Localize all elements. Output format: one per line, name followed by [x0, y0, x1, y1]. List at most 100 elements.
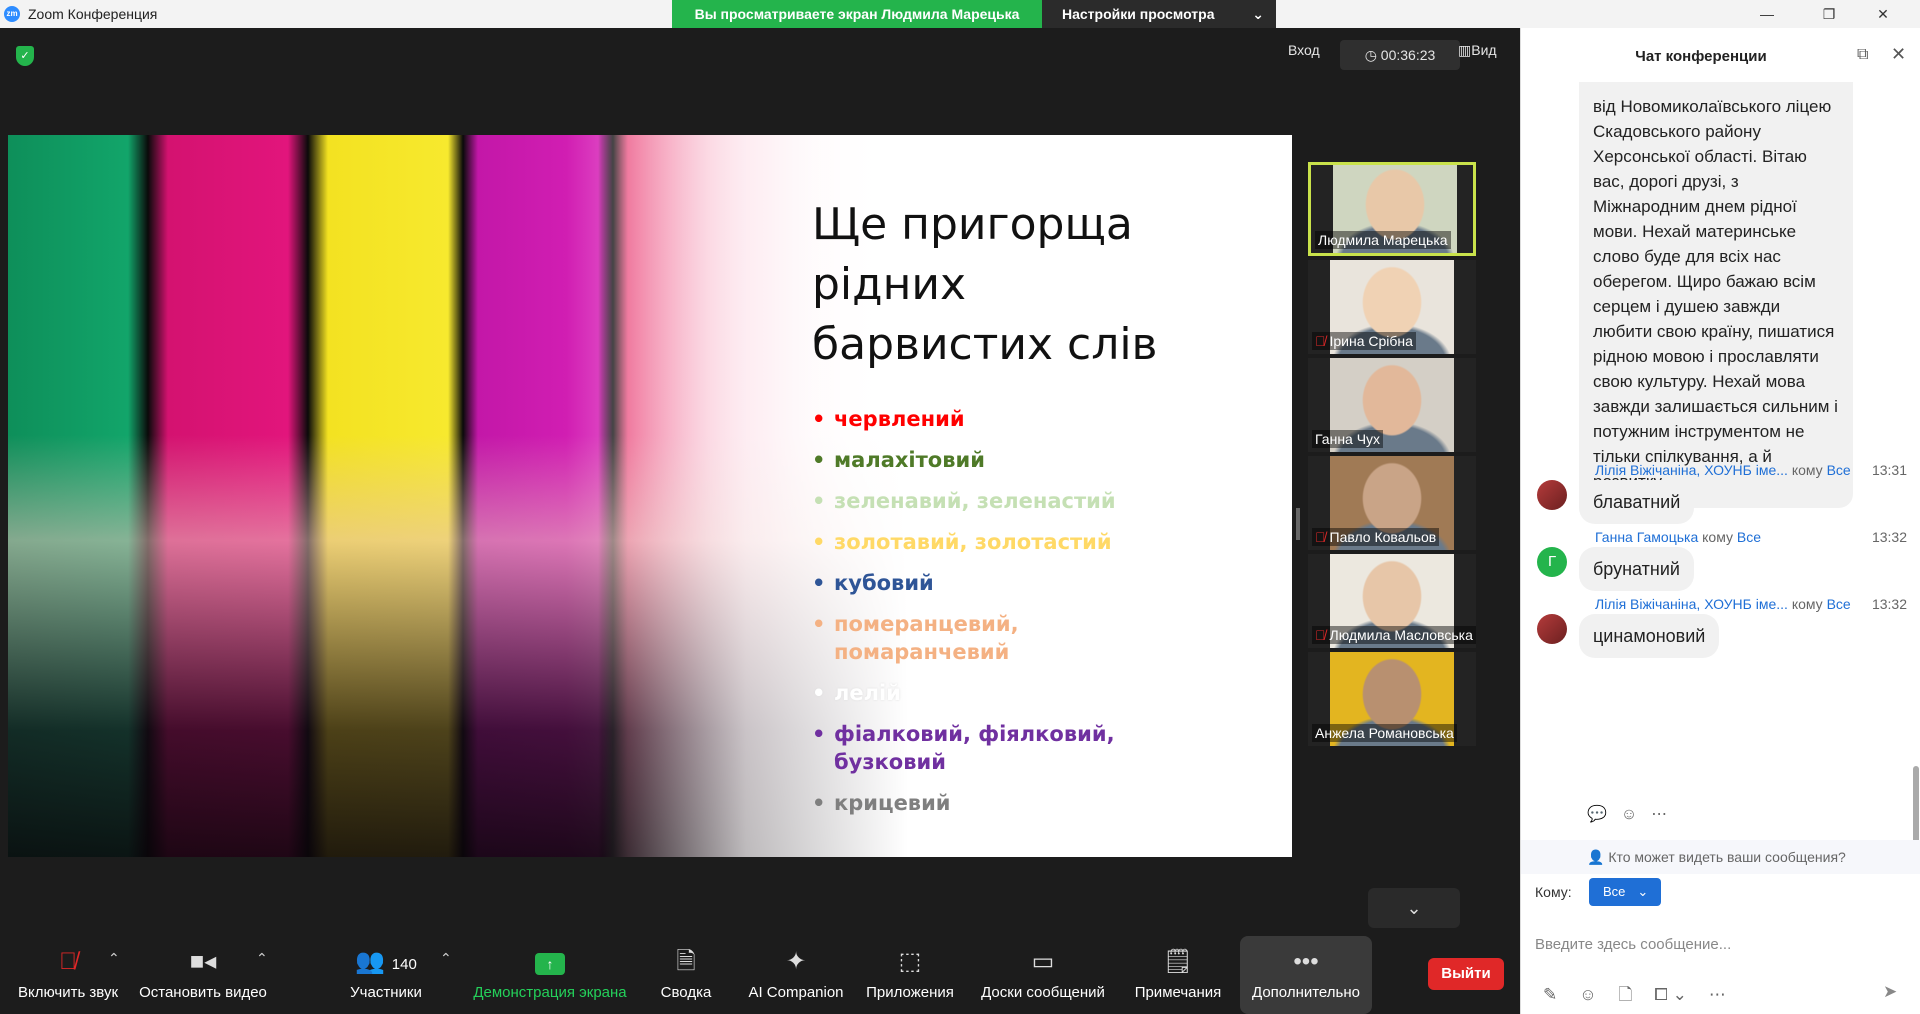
leave-button[interactable]: Выйти: [1428, 958, 1504, 990]
color-word-item: червлений: [812, 405, 1172, 433]
send-icon[interactable]: ➤: [1883, 982, 1897, 1002]
chevron-down-icon: ⌄: [1637, 884, 1649, 899]
sender-name[interactable]: Ганна Гамоцька: [1595, 529, 1698, 545]
chat-message-bubble: брунатний: [1579, 547, 1694, 591]
color-word-item: зеленавий, зеленастий: [812, 487, 1172, 515]
resize-handle[interactable]: [1296, 508, 1300, 540]
participants-icon: 👥 140: [355, 948, 417, 975]
file-icon[interactable]: 🗋: [1619, 985, 1633, 1004]
window-title: Zoom Конференция: [28, 6, 158, 22]
view-settings-button[interactable]: Настройки просмотра ⌄: [1042, 0, 1276, 28]
meeting-timer[interactable]: ◷ 00:36:23: [1340, 40, 1460, 70]
popout-icon[interactable]: ⧉: [1857, 46, 1868, 64]
color-word-item: фіалковий, фіялковий, бузковий: [812, 720, 1172, 776]
color-word-item: кубовий: [812, 569, 1172, 597]
to-label: Кому:: [1535, 884, 1572, 900]
summary-button[interactable]: 🗎 Сводка: [650, 930, 722, 1014]
message-time: 13:31: [1871, 462, 1907, 478]
shared-screen-slide: Ще пригорща рідних барвистих слів червле…: [8, 135, 1292, 857]
minimize-button[interactable]: —: [1744, 2, 1790, 26]
participant-name: 🎙̸ Людмила Масловська: [1312, 626, 1476, 644]
whiteboard-icon: ▭: [1031, 948, 1055, 975]
login-button[interactable]: Вход: [1288, 42, 1320, 58]
view-button[interactable]: ▥Вид: [1458, 42, 1497, 59]
video-camera-icon: ■◂: [189, 948, 217, 975]
screenshot-icon[interactable]: ⧠ ⌄: [1654, 985, 1687, 1004]
mic-off-icon: 🎙̸: [1315, 627, 1326, 643]
chevron-down-icon: ⌄: [1252, 6, 1264, 22]
audio-options-caret[interactable]: ⌃: [108, 950, 120, 967]
chat-message-input[interactable]: [1535, 924, 1905, 964]
avatar[interactable]: [1537, 614, 1567, 644]
more-button-content[interactable]: ••• Дополнительно: [1240, 930, 1372, 1014]
color-word-item: золотавий, золотастий: [812, 528, 1172, 556]
chat-title: Чат конференции: [1635, 48, 1767, 65]
participant-tile[interactable]: 🎙̸ Павло Ковальов: [1308, 456, 1476, 550]
sender-name[interactable]: Лілія Віжічаніна, ХОУНБ іме...: [1595, 462, 1788, 478]
mic-off-icon: 🎙̸: [1315, 529, 1326, 545]
color-word-item: лелій: [812, 679, 1172, 707]
view-grid-icon: ▥: [1458, 42, 1472, 58]
participants-options-caret[interactable]: ⌃: [440, 950, 452, 967]
participant-tile[interactable]: Людмила Марецька: [1308, 162, 1476, 256]
chat-message-header: Лілія Віжічаніна, ХОУНБ іме... кому Все 1…: [1595, 462, 1907, 478]
recipient-select[interactable]: Все ⌄: [1589, 878, 1661, 906]
close-chat-icon[interactable]: ✕: [1891, 44, 1906, 65]
recipient-name[interactable]: Все: [1737, 529, 1761, 545]
participant-name: Ганна Чух: [1312, 430, 1384, 448]
security-shield-icon[interactable]: ✓: [16, 46, 34, 66]
emoji-react-icon[interactable]: ☺: [1621, 806, 1651, 823]
sender-name[interactable]: Лілія Віжічаніна, ХОУНБ іме...: [1595, 596, 1788, 612]
color-word-item: малахітовий: [812, 446, 1172, 474]
participants-button[interactable]: 👥 140 Участники: [336, 930, 436, 1014]
participant-tile[interactable]: Анжела Романовська: [1308, 652, 1476, 746]
viewing-screen-label: Вы просматриваете экран Людмила Марецька: [672, 0, 1042, 28]
message-time: 13:32: [1871, 596, 1907, 612]
recipient-name[interactable]: Все: [1827, 462, 1851, 478]
scroll-down-button[interactable]: ⌄: [1368, 888, 1460, 928]
meeting-toolbar: 🎙̸ Включить звук ⌃ ■◂ Остановить видео ⌃…: [0, 930, 1520, 1014]
format-icon[interactable]: ✎: [1543, 985, 1557, 1004]
close-window-button[interactable]: ✕: [1860, 2, 1906, 26]
participant-tile[interactable]: 🎙̸ Людмила Масловська: [1308, 554, 1476, 648]
video-options-caret[interactable]: ⌃: [256, 950, 268, 967]
participants-count: 140: [391, 956, 417, 973]
meeting-area: ✓ Вход ◷ 00:36:23 ▥Вид Ще пригорща рідни…: [0, 28, 1520, 1014]
notes-icon: 🗒: [1162, 948, 1194, 975]
zoom-logo-icon: zm: [4, 6, 20, 22]
share-screen-button[interactable]: ↑ Демонстрация экрана: [470, 930, 630, 1014]
title-bar: zm Zoom Конференция Вы просматриваете эк…: [0, 0, 1920, 28]
apps-button[interactable]: ⬚ Приложения: [860, 930, 960, 1014]
unmute-button[interactable]: 🎙̸ Включить звук: [8, 930, 128, 1014]
stop-video-button[interactable]: ■◂ Остановить видео: [138, 930, 268, 1014]
privacy-notice[interactable]: 👤 Кто может видеть ваши сообщения?: [1521, 840, 1920, 874]
participant-tile[interactable]: Ганна Чух: [1308, 358, 1476, 452]
sparkle-icon: ✦: [785, 948, 807, 975]
maximize-button[interactable]: ❐: [1806, 2, 1852, 26]
avatar[interactable]: Г: [1537, 547, 1567, 577]
mic-off-icon: 🎙̸: [1315, 333, 1326, 349]
chat-header: Чат конференции ⧉ ✕: [1521, 28, 1920, 86]
emoji-icon[interactable]: ☺: [1579, 985, 1596, 1004]
participant-name: Анжела Романовська: [1312, 724, 1457, 742]
participant-tile[interactable]: 🎙̸ Ірина Срібна: [1308, 260, 1476, 354]
message-time: 13:32: [1871, 529, 1907, 545]
more-options-icon[interactable]: ⋯: [1651, 806, 1681, 823]
ai-companion-button[interactable]: ✦ AI Companion: [744, 930, 848, 1014]
chat-message-bubble: блаватний: [1579, 480, 1695, 524]
more-tools-icon[interactable]: ⋯: [1709, 985, 1726, 1004]
message-actions: 💬☺⋯: [1587, 804, 1681, 824]
clock-icon: ◷: [1364, 47, 1381, 63]
colored-pencils-image: [8, 135, 908, 857]
avatar[interactable]: [1537, 480, 1567, 510]
share-banner: Вы просматриваете экран Людмила Марецька…: [672, 0, 1276, 28]
whiteboards-button[interactable]: ▭ Доски сообщений: [976, 930, 1110, 1014]
notes-button[interactable]: 🗒 Примечания: [1130, 930, 1226, 1014]
slide-title: Ще пригорща рідних барвистих слів: [812, 199, 1158, 370]
color-word-item: крицевий: [812, 789, 1172, 817]
reply-icon[interactable]: 💬: [1587, 806, 1621, 823]
view-settings-label: Настройки просмотра: [1062, 6, 1215, 22]
chat-message-bubble: цинамоновий: [1579, 614, 1720, 658]
chat-message-long: від Новомиколаївського ліцею Скадовськог…: [1579, 82, 1853, 508]
recipient-name[interactable]: Все: [1827, 596, 1851, 612]
